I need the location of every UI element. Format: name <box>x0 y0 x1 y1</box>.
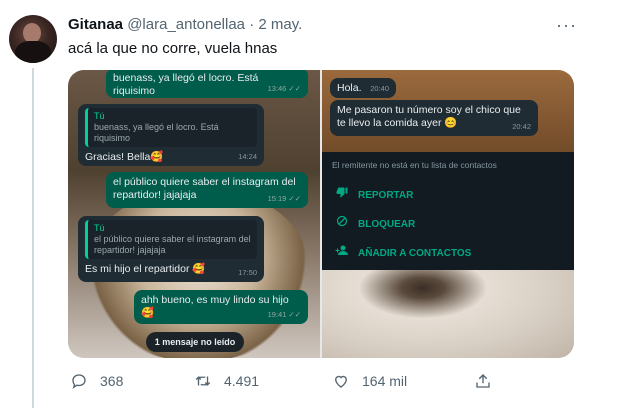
bubble-text: ahh bueno, es muy lindo su hijo🥰 <box>141 294 289 319</box>
report-label: REPORTAR <box>358 190 414 201</box>
block-label: BLOQUEAR <box>358 219 416 230</box>
thread-line <box>32 68 34 408</box>
share-button[interactable] <box>472 368 504 394</box>
add-contact-icon <box>334 244 350 259</box>
bubble-text: buenass, ya llegó el locro. Está riquisi… <box>113 72 259 97</box>
more-options-icon[interactable]: ··· <box>556 16 576 34</box>
tweet-actions-bar: 368 4.491 164 mil <box>68 368 574 394</box>
bubble-time: 19:41 ✓✓ <box>267 310 301 319</box>
like-button[interactable]: 164 mil <box>330 368 407 394</box>
chat-bubble-incoming: Tú el público quiere saber el instagram … <box>78 216 264 282</box>
quote-author: Tú <box>94 223 105 233</box>
reply-count: 368 <box>100 373 124 389</box>
bubble-text: Es mi hijo el repartidor 🥰 <box>85 263 206 275</box>
bubble-time: 20:42 <box>512 122 531 131</box>
dog-photo-background <box>322 270 574 358</box>
avatar-face <box>23 23 41 43</box>
share-icon <box>472 370 494 392</box>
bubble-time: 13:46 ✓✓ <box>267 84 301 93</box>
tweet[interactable]: Gitanaa @lara_antonellaa · 2 may. ··· ac… <box>0 0 621 408</box>
bubble-time: 14:24 <box>238 152 257 161</box>
chat-bubble-outgoing: el público quiere saber el instagram del… <box>106 172 308 208</box>
unknown-contact-panel: El remitente no está en tu lista de cont… <box>322 152 574 270</box>
tweet-media[interactable]: buenass, ya llegó el locro. Está riquisi… <box>68 70 574 358</box>
avatar-body <box>15 41 51 63</box>
reply-button[interactable]: 368 <box>68 368 123 394</box>
retweet-button[interactable]: 4.491 <box>192 368 259 394</box>
chat-bubble-incoming: Hola. 20:40 <box>330 78 396 98</box>
add-contact-label: AÑADIR A CONTACTOS <box>358 248 472 259</box>
unknown-contact-notice: El remitente no está en tu lista de cont… <box>332 160 497 170</box>
heart-icon <box>330 370 352 392</box>
retweet-icon <box>192 370 214 392</box>
author-name[interactable]: Gitanaa <box>68 16 123 33</box>
retweet-count: 4.491 <box>224 373 260 389</box>
report-button[interactable]: REPORTAR <box>334 186 413 201</box>
quote-text: buenass, ya llegó el locro. Está riquisi… <box>94 122 219 143</box>
quote-author: Tú <box>94 111 105 121</box>
bubble-time: 20:40 <box>370 84 389 93</box>
tweet-header: Gitanaa @lara_antonellaa · 2 may. <box>68 16 302 33</box>
avatar[interactable] <box>9 15 57 63</box>
unread-messages-badge: 1 mensaje no leído <box>146 332 244 352</box>
chat-bubble-outgoing: buenass, ya llegó el locro. Está riquisi… <box>106 70 308 98</box>
bubble-text: Hola. <box>337 82 362 94</box>
chat-bubble-incoming: Me pasaron tu número soy el chico que te… <box>330 100 538 136</box>
bubble-time: 17:50 <box>238 268 257 277</box>
chat-bubble-incoming: Tú buenass, ya llegó el locro. Está riqu… <box>78 104 264 166</box>
add-contact-button[interactable]: AÑADIR A CONTACTOS <box>334 244 471 259</box>
quoted-message: Tú buenass, ya llegó el locro. Está riqu… <box>85 108 257 147</box>
bubble-text: Me pasaron tu número soy el chico que te… <box>337 104 521 129</box>
quoted-message: Tú el público quiere saber el instagram … <box>85 220 257 259</box>
reply-icon <box>68 370 90 392</box>
thumbs-down-icon <box>334 186 350 201</box>
quote-text: el público quiere saber el instagram del… <box>94 234 251 255</box>
media-image-left[interactable]: buenass, ya llegó el locro. Está riquisi… <box>68 70 320 358</box>
author-handle[interactable]: @lara_antonellaa <box>127 16 245 33</box>
media-image-right[interactable]: Hola. 20:40 Me pasaron tu número soy el … <box>322 70 574 358</box>
bubble-text: Gracias! Bella🥰 <box>85 151 164 163</box>
chat-bubble-outgoing: ahh bueno, es muy lindo su hijo🥰 19:41 ✓… <box>134 290 308 324</box>
bubble-time: 15:19 ✓✓ <box>267 194 301 203</box>
separator-dot: · <box>249 16 255 33</box>
block-button[interactable]: BLOQUEAR <box>334 215 415 230</box>
tweet-text: acá la que no corre, vuela hnas <box>68 40 278 57</box>
tweet-date[interactable]: 2 may. <box>258 16 302 33</box>
block-icon <box>334 215 350 230</box>
like-count: 164 mil <box>362 373 408 389</box>
